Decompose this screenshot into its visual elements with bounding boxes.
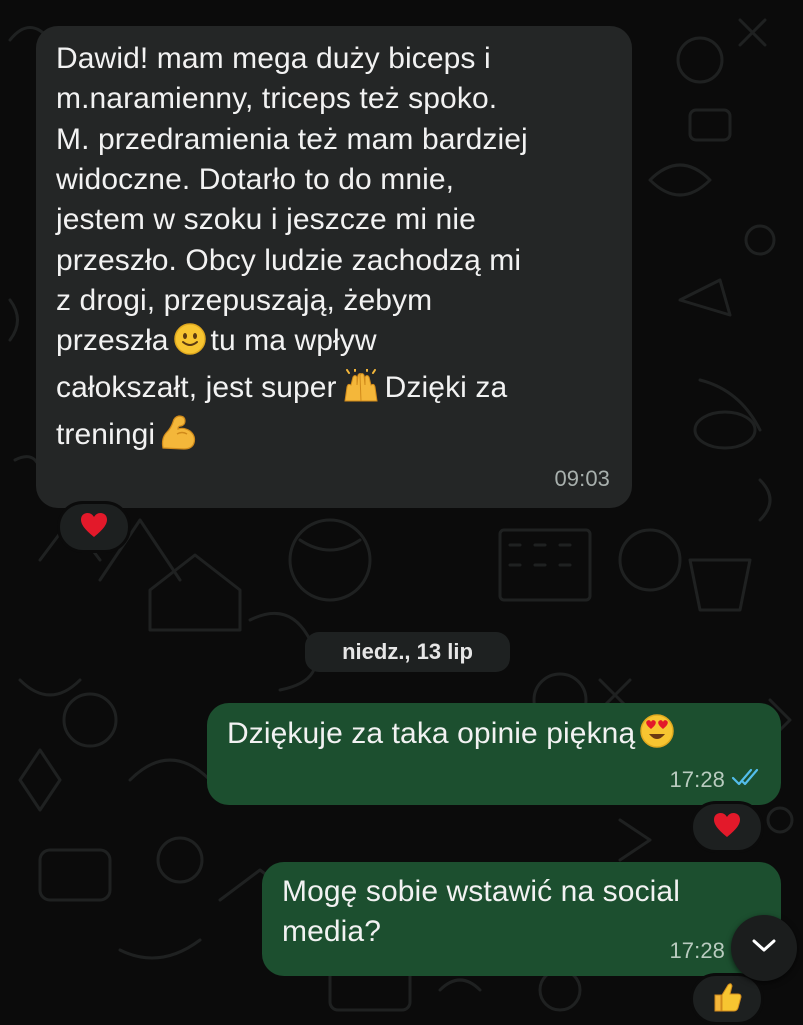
message-timestamp: 17:28 [669, 936, 725, 966]
message-line: media? [282, 915, 381, 949]
double-check-read-icon [731, 765, 763, 795]
message-line: jestem w szoku i jeszcze mi nie [56, 203, 476, 237]
message-line: przeszło. Obcy ludzie zachodzą mi [56, 243, 522, 277]
red-heart-icon [713, 812, 741, 843]
message-timestamp: 17:28 [669, 765, 763, 795]
message-line: Dawid! mam mega duży biceps i [56, 42, 491, 75]
red-heart-icon [80, 512, 108, 543]
outgoing-message[interactable]: Dziękuje za taka opinie piękną 17:28 [207, 703, 781, 805]
message-reaction[interactable] [57, 501, 131, 553]
message-line: z drogi, przepuszają, żebym [56, 284, 433, 318]
message-line: treningi [56, 418, 156, 452]
message-line: Dziękuje za taka opinie piękną [227, 717, 636, 750]
incoming-message[interactable]: Dawid! mam mega duży biceps i m.naramien… [36, 26, 632, 508]
message-line: całokszałt, jest super [56, 370, 337, 404]
message-reaction[interactable] [690, 801, 764, 853]
time-label: 17:28 [669, 938, 725, 964]
message-line: widoczne. Dotarło to do mnie, [56, 163, 455, 197]
heart-eyes-face-icon [639, 713, 675, 760]
message-line: przeszła [56, 324, 169, 358]
thumbs-up-icon [711, 981, 743, 1018]
message-reaction[interactable] [690, 973, 764, 1025]
message-text: Dawid! mam mega duży biceps i m.naramien… [56, 39, 612, 461]
time-label: 09:03 [554, 466, 610, 492]
message-timestamp: 09:03 [554, 464, 610, 494]
message-line: Dzięki za [384, 370, 508, 404]
date-separator: niedz., 13 lip [305, 632, 510, 672]
raising-hands-icon [341, 367, 381, 414]
message-line: tu ma wpływ [210, 324, 377, 358]
message-text: Dziękuje za taka opinie piękną [227, 713, 761, 760]
slightly-smiling-face-icon [173, 322, 207, 367]
date-label: niedz., 13 lip [342, 639, 473, 664]
message-line: Mogę sobie wstawić na social [282, 875, 680, 908]
message-line: M. przedramienia też mam bardziej [56, 122, 528, 156]
time-label: 17:28 [669, 767, 725, 793]
chevron-down-icon [751, 938, 777, 959]
flexed-biceps-icon [159, 414, 199, 461]
scroll-to-bottom-button[interactable] [731, 915, 797, 981]
outgoing-message[interactable]: Mogę sobie wstawić na social media? 17:2… [262, 862, 781, 976]
message-line: m.naramienny, triceps też spoko. [56, 82, 498, 116]
